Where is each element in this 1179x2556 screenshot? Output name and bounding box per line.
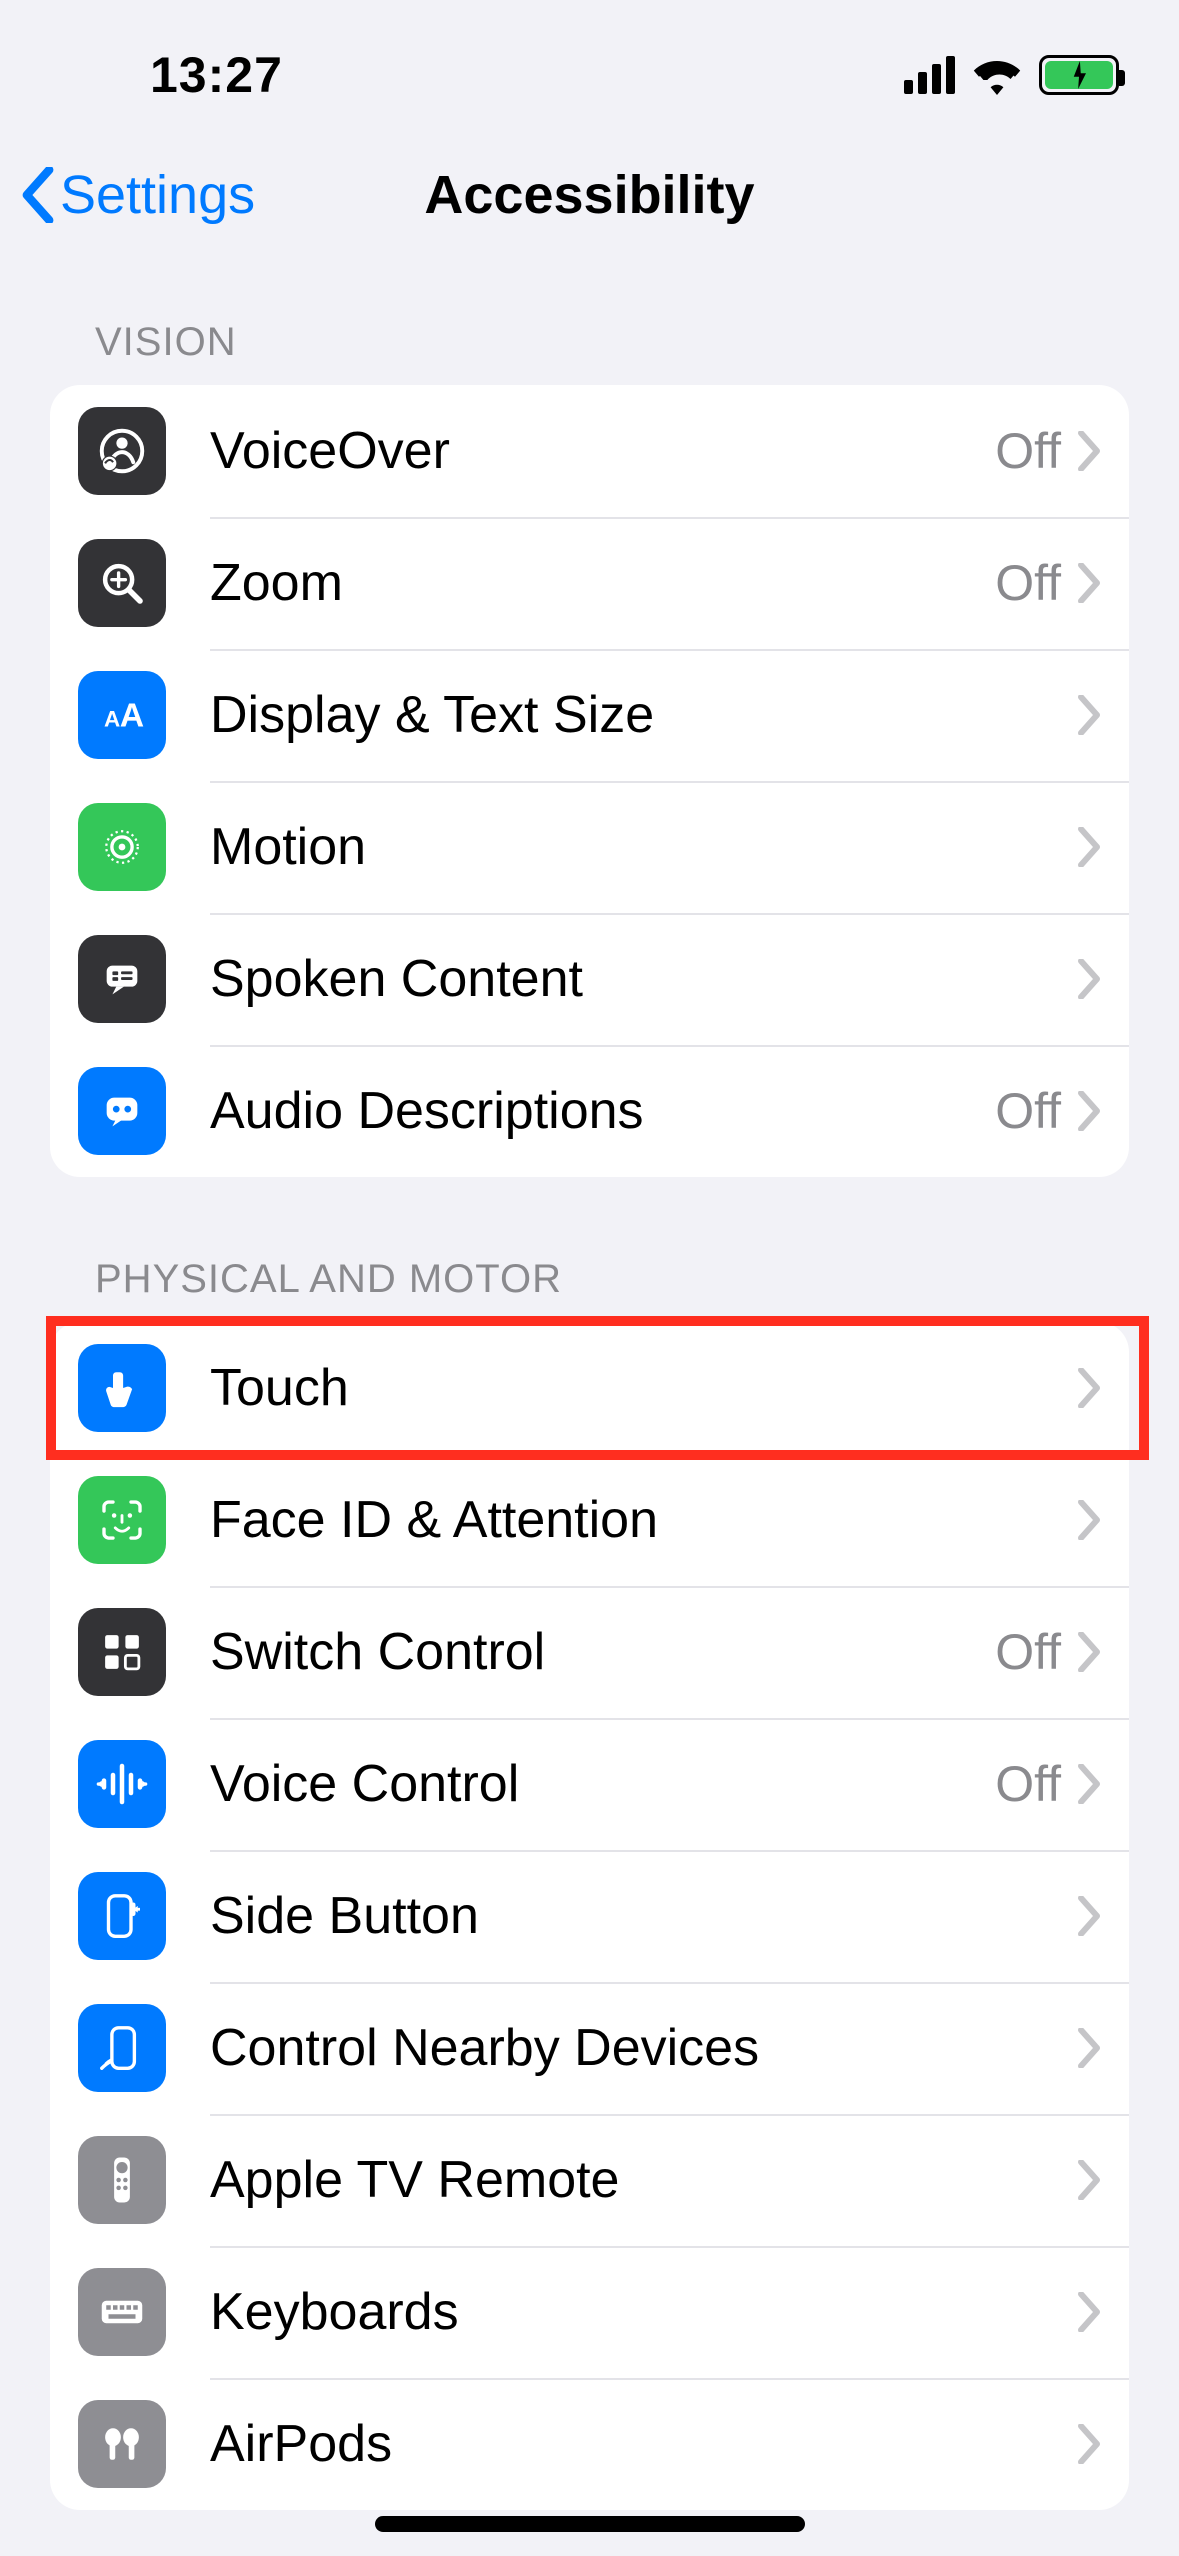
status-time: 13:27 (60, 46, 283, 104)
row-value: Off (995, 1623, 1061, 1681)
group-physical-motor: Touch Face ID & Attention Switch Control… (50, 1322, 1129, 2510)
row-label: Side Button (210, 1886, 1077, 1946)
row-value: Off (995, 1082, 1061, 1140)
home-indicator (375, 2516, 805, 2532)
chevron-right-icon (1077, 1500, 1101, 1540)
row-apple-tv-remote[interactable]: Apple TV Remote (50, 2114, 1129, 2246)
row-motion[interactable]: Motion (50, 781, 1129, 913)
chevron-right-icon (1077, 1632, 1101, 1672)
row-label: Keyboards (210, 2282, 1077, 2342)
zoom-icon (78, 539, 166, 627)
row-label: Touch (210, 1358, 1077, 1418)
row-voiceover[interactable]: VoiceOver Off (50, 385, 1129, 517)
row-value: Off (995, 554, 1061, 612)
row-label: Apple TV Remote (210, 2150, 1077, 2210)
cellular-signal-icon (904, 56, 955, 94)
chevron-right-icon (1077, 827, 1101, 867)
row-switch-control[interactable]: Switch Control Off (50, 1586, 1129, 1718)
row-label: Motion (210, 817, 1077, 877)
row-value: Off (995, 422, 1061, 480)
chevron-right-icon (1077, 695, 1101, 735)
row-zoom[interactable]: Zoom Off (50, 517, 1129, 649)
keyboards-icon (78, 2268, 166, 2356)
svg-text:A: A (120, 696, 144, 734)
section-header-vision: Vision (50, 250, 1129, 385)
touch-icon (78, 1344, 166, 1432)
voiceover-icon (78, 407, 166, 495)
row-label: Spoken Content (210, 949, 1077, 1009)
svg-text:A: A (104, 706, 120, 731)
wifi-icon (973, 55, 1021, 95)
status-indicators (904, 55, 1119, 95)
row-label: Display & Text Size (210, 685, 1077, 745)
row-label: Zoom (210, 553, 995, 613)
row-touch[interactable]: Touch (50, 1322, 1129, 1454)
audio-descriptions-icon (78, 1067, 166, 1155)
row-keyboards[interactable]: Keyboards (50, 2246, 1129, 2378)
status-bar: 13:27 (0, 0, 1179, 140)
row-label: Control Nearby Devices (210, 2018, 1077, 2078)
chevron-right-icon (1077, 2028, 1101, 2068)
chevron-right-icon (1077, 1896, 1101, 1936)
back-button[interactable]: Settings (20, 164, 255, 226)
row-face-id-attention[interactable]: Face ID & Attention (50, 1454, 1129, 1586)
side-button-icon (78, 1872, 166, 1960)
voice-control-icon (78, 1740, 166, 1828)
control-nearby-icon (78, 2004, 166, 2092)
row-side-button[interactable]: Side Button (50, 1850, 1129, 1982)
face-id-icon (78, 1476, 166, 1564)
chevron-left-icon (20, 167, 56, 223)
switch-control-icon (78, 1608, 166, 1696)
row-control-nearby-devices[interactable]: Control Nearby Devices (50, 1982, 1129, 2114)
row-display-text-size[interactable]: AA Display & Text Size (50, 649, 1129, 781)
row-label: Switch Control (210, 1622, 995, 1682)
page-title: Accessibility (424, 164, 754, 226)
row-label: AirPods (210, 2414, 1077, 2474)
chevron-right-icon (1077, 959, 1101, 999)
row-audio-descriptions[interactable]: Audio Descriptions Off (50, 1045, 1129, 1177)
row-airpods[interactable]: AirPods (50, 2378, 1129, 2510)
row-label: Audio Descriptions (210, 1081, 995, 1141)
row-voice-control[interactable]: Voice Control Off (50, 1718, 1129, 1850)
text-size-icon: AA (78, 671, 166, 759)
chevron-right-icon (1077, 2424, 1101, 2464)
chevron-right-icon (1077, 1368, 1101, 1408)
chevron-right-icon (1077, 431, 1101, 471)
back-label: Settings (60, 164, 255, 226)
row-spoken-content[interactable]: Spoken Content (50, 913, 1129, 1045)
battery-charging-icon (1039, 55, 1119, 95)
group-vision: VoiceOver Off Zoom Off AA Display & Text… (50, 385, 1129, 1177)
chevron-right-icon (1077, 563, 1101, 603)
row-label: VoiceOver (210, 421, 995, 481)
apple-tv-remote-icon (78, 2136, 166, 2224)
motion-icon (78, 803, 166, 891)
chevron-right-icon (1077, 2292, 1101, 2332)
row-label: Voice Control (210, 1754, 995, 1814)
row-value: Off (995, 1755, 1061, 1813)
chevron-right-icon (1077, 1764, 1101, 1804)
airpods-icon (78, 2400, 166, 2488)
section-header-physical-motor: Physical and Motor (50, 1177, 1129, 1322)
chevron-right-icon (1077, 2160, 1101, 2200)
chevron-right-icon (1077, 1091, 1101, 1131)
spoken-content-icon (78, 935, 166, 1023)
row-label: Face ID & Attention (210, 1490, 1077, 1550)
navigation-bar: Settings Accessibility (0, 140, 1179, 250)
